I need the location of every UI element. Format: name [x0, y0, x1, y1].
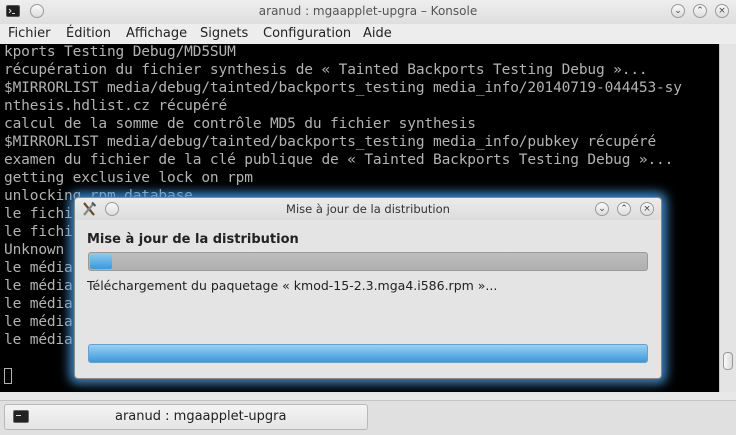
terminal-line: $MIRRORLIST media/debug/tainted/backport…: [4, 134, 657, 150]
terminal-line: le média: [4, 332, 73, 348]
terminal-line: getting exclusive lock on rpm: [4, 170, 253, 186]
terminal-icon: [13, 410, 29, 423]
maximize-button[interactable]: ⌃: [693, 4, 707, 18]
minimize-button[interactable]: ⌄: [671, 4, 685, 18]
progress-bar: [88, 252, 648, 271]
menu-fichier[interactable]: Fichier: [8, 26, 51, 41]
dialog-heading: Mise à jour de la distribution: [87, 232, 299, 247]
terminal-line: examen du fichier de la clé publique de …: [4, 152, 674, 168]
menu-affichage[interactable]: Affichage: [126, 26, 187, 41]
menu-aide[interactable]: Aide: [363, 26, 392, 41]
dialog-title: Mise à jour de la distribution: [286, 202, 450, 216]
terminal-line: calcul de la somme de contrôle MD5 du fi…: [4, 116, 476, 132]
taskbar-task-konsole[interactable]: aranud : mgaapplet-upgra: [4, 404, 368, 430]
overall-progress-bar: [88, 344, 648, 363]
terminal-line: récupération du fichier synthesis de « T…: [4, 62, 648, 78]
menu-edition[interactable]: Édition: [66, 26, 111, 41]
terminal-cursor: [4, 368, 12, 384]
terminal-line: le fichi: [4, 206, 73, 222]
terminal-line: le fichi: [4, 224, 73, 240]
close-button[interactable]: ×: [715, 4, 729, 18]
terminal-line: le média: [4, 278, 73, 294]
dialog-close-button[interactable]: ×: [640, 202, 654, 216]
terminal-line: le média: [4, 296, 73, 312]
terminal-scrollbar[interactable]: [719, 44, 736, 392]
dialog-maximize-button[interactable]: ⌃: [617, 202, 631, 216]
dialog-titlebar[interactable]: Mise à jour de la distribution ⌄ ⌃ ×: [75, 198, 661, 220]
update-dialog: Mise à jour de la distribution ⌄ ⌃ × Mis…: [74, 197, 662, 379]
window-title: aranud : mgaapplet-upgra – Konsole: [258, 4, 478, 18]
task-label: aranud : mgaapplet-upgra: [115, 409, 287, 424]
terminal-line: nthesis.hdlist.cz récupéré: [4, 98, 228, 114]
menubar: Fichier Édition Affichage Signets Config…: [0, 24, 736, 44]
terminal-line: le média: [4, 314, 73, 330]
taskbar: aranud : mgaapplet-upgra: [0, 400, 736, 435]
terminal-line: kports Testing Debug/MD5SUM: [4, 44, 236, 60]
konsole-titlebar[interactable]: aranud : mgaapplet-upgra – Konsole ⌄ ⌃ ×: [0, 0, 736, 25]
download-status: Téléchargement du paquetage « kmod-15-2.…: [87, 278, 498, 293]
menu-signets[interactable]: Signets: [200, 26, 248, 41]
menu-configuration[interactable]: Configuration: [263, 26, 351, 41]
terminal-line: $MIRRORLIST media/debug/tainted/backport…: [4, 80, 682, 96]
terminal-line: le média: [4, 260, 73, 276]
scrollbar-handle[interactable]: [723, 352, 733, 370]
progress-bar-fill: [90, 254, 113, 269]
dialog-minimize-button[interactable]: ⌄: [595, 202, 609, 216]
terminal-line: Unknown: [4, 242, 65, 258]
